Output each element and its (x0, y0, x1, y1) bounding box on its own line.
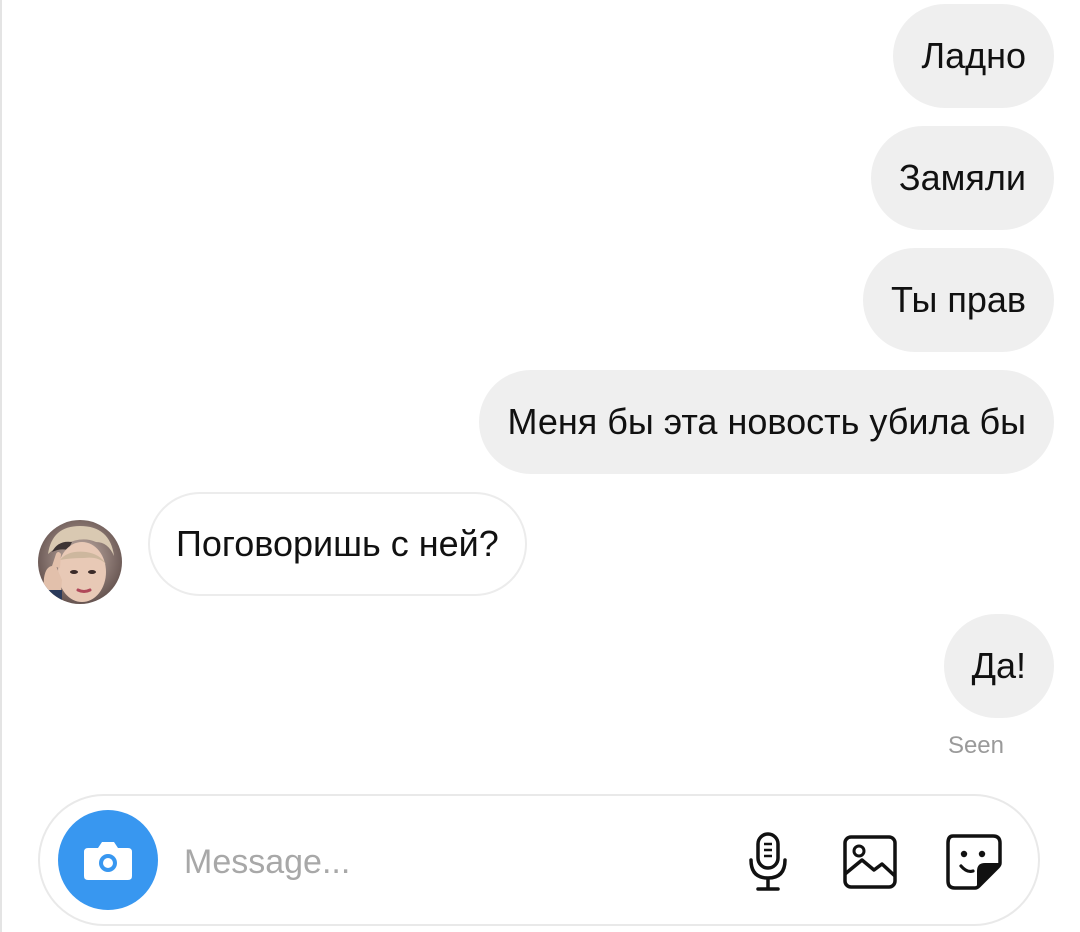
message-bubble-outgoing[interactable]: Ладно (893, 4, 1054, 108)
microphone-icon (749, 832, 787, 891)
message-text: Ты прав (891, 279, 1026, 320)
message-input[interactable] (184, 836, 704, 888)
camera-icon (84, 842, 132, 880)
gallery-button[interactable] (838, 830, 902, 894)
message-bubble-outgoing[interactable]: Меня бы эта новость убила бы (479, 370, 1054, 474)
message-bubble-outgoing[interactable]: Ты прав (863, 248, 1054, 352)
message-bubble-outgoing[interactable]: Замяли (870, 126, 1054, 230)
message-bubble-outgoing[interactable]: Да! (943, 614, 1054, 718)
message-text: Да! (971, 645, 1026, 686)
message-text: Ладно (921, 35, 1026, 76)
message-thread: Ладно Замяли Ты прав Меня бы эта новость… (0, 0, 1080, 780)
message-composer (38, 794, 1040, 926)
gallery-icon (843, 835, 897, 889)
message-bubble-incoming[interactable]: Поговоришь с ней? (148, 492, 527, 596)
message-text: Меня бы эта новость убила бы (507, 401, 1026, 442)
sticker-button[interactable] (942, 830, 1006, 894)
camera-button[interactable] (58, 810, 158, 910)
seen-status: Seen (947, 732, 1004, 759)
sticker-icon (946, 834, 1002, 890)
message-text: Замяли (898, 157, 1026, 198)
message-text: Поговоришь с ней? (176, 523, 499, 564)
contact-avatar[interactable] (38, 520, 122, 604)
avatar-photo (38, 520, 122, 604)
voice-message-button[interactable] (736, 830, 800, 894)
